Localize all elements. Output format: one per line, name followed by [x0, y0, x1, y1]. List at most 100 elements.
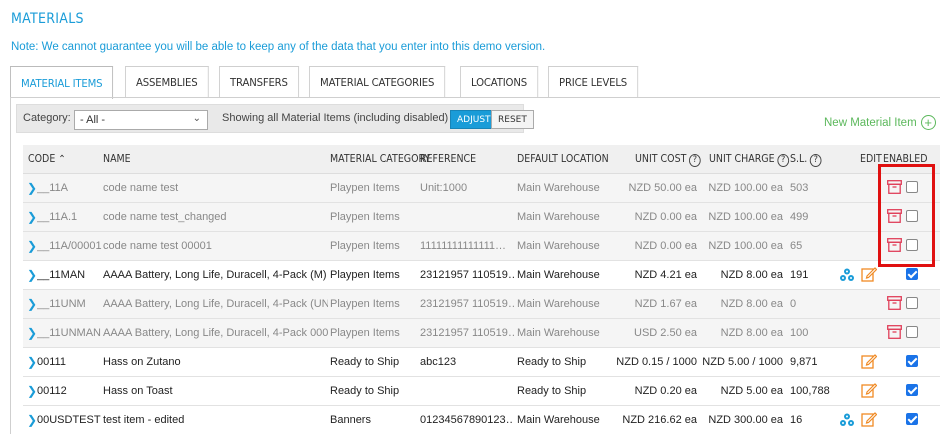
assembly-icon[interactable]: [839, 413, 855, 427]
cell-code[interactable]: 00112: [37, 385, 107, 397]
tab-material-items[interactable]: MATERIAL ITEMS: [10, 66, 114, 99]
tab-locations[interactable]: LOCATIONS: [460, 66, 539, 98]
header-name[interactable]: NAME: [103, 153, 131, 165]
cell-unit-charge: NZD 8.00 ea: [720, 269, 783, 281]
cell-unit-charge: NZD 100.00 ea: [708, 182, 783, 194]
table-row[interactable]: ❯ __11A/00001 code name test 00001 Playpen …: [23, 232, 940, 261]
help-icon[interactable]: ?: [689, 154, 701, 167]
cell-unit-cost: NZD 1.67 ea: [634, 298, 697, 310]
cell-default-location: Main Warehouse: [517, 182, 600, 194]
cell-reference: 23121957 110519…: [420, 269, 514, 281]
cell-name: code name test_changed: [103, 211, 227, 223]
help-icon[interactable]: ?: [809, 154, 822, 167]
chevron-right-icon[interactable]: ❯: [27, 326, 37, 340]
chevron-right-icon[interactable]: ❯: [27, 239, 37, 253]
category-select-value: - All -: [80, 114, 106, 126]
header-reference[interactable]: REFERENCE: [420, 153, 476, 165]
cell-code[interactable]: 00111: [37, 356, 107, 368]
cell-unit-cost: NZD 50.00 ea: [628, 182, 697, 194]
assembly-icon[interactable]: [839, 268, 855, 282]
cell-sl: 100: [790, 327, 809, 339]
category-label: Category:: [23, 112, 71, 124]
tab-material-categories[interactable]: MATERIAL CATEGORIES: [309, 66, 446, 98]
enabled-checkbox[interactable]: [906, 297, 918, 309]
cell-unit-cost: NZD 0.00 ea: [634, 240, 697, 252]
cell-default-location: Ready to Ship: [517, 356, 587, 368]
tab-transfers[interactable]: TRANSFERS: [219, 66, 300, 98]
table-row[interactable]: ❯ __11A code name test Playpen Items Unit:10…: [23, 174, 940, 203]
chevron-right-icon[interactable]: ❯: [27, 413, 37, 427]
edit-icon[interactable]: [861, 353, 878, 369]
table-row[interactable]: ❯ __11MAN AAAA Battery, Long Life, Duracel…: [23, 261, 940, 290]
header-sl[interactable]: S.L.?: [790, 153, 822, 167]
chevron-right-icon[interactable]: ❯: [27, 210, 37, 224]
cell-reference: Unit:1000: [420, 182, 468, 194]
cell-unit-cost: NZD 216.62 ea: [622, 414, 697, 426]
header-default-location[interactable]: DEFAULT LOCATION: [517, 153, 609, 165]
cell-sl: 503: [790, 182, 809, 194]
cell-name: test item - edited: [103, 414, 185, 426]
highlight-box: [878, 164, 935, 267]
tab-divider: [10, 97, 940, 98]
cell-name: Hass on Zutano: [103, 356, 181, 368]
cell-unit-charge: NZD 5.00 ea: [720, 385, 783, 397]
cell-name: code name test 00001: [103, 240, 212, 252]
category-select[interactable]: - All - ⌄: [74, 110, 208, 130]
tab-bar: MATERIAL ITEMS ASSEMBLIES TRANSFERS MATE…: [10, 66, 649, 99]
table-row[interactable]: ❯ __11UNM AAAA Battery, Long Life, Duracel…: [23, 290, 940, 319]
table-row[interactable]: ❯ 00USDTEST test item - edited Banners 01234…: [23, 406, 940, 434]
cell-unit-charge: NZD 300.00 ea: [708, 414, 783, 426]
tab-assemblies[interactable]: ASSEMBLIES: [125, 66, 210, 98]
table-row[interactable]: ❯ 00111 Hass on Zutano Ready to Ship abc123 R…: [23, 348, 940, 377]
help-icon[interactable]: ?: [777, 154, 789, 167]
archive-icon[interactable]: [887, 325, 902, 339]
enabled-checkbox[interactable]: [906, 355, 918, 367]
cell-unit-charge: NZD 5.00 / 1000: [702, 356, 783, 368]
cell-code[interactable]: __11MAN: [37, 269, 107, 281]
chevron-right-icon[interactable]: ❯: [27, 297, 37, 311]
edit-icon[interactable]: [861, 411, 878, 427]
enabled-checkbox[interactable]: [906, 326, 918, 338]
cell-sl: 191: [790, 269, 809, 281]
table-row[interactable]: ❯ __11A.1 code name test_changed Playpen It…: [23, 203, 940, 232]
edit-icon[interactable]: [861, 382, 878, 398]
cell-code[interactable]: __11A: [37, 182, 107, 194]
chevron-right-icon[interactable]: ❯: [27, 384, 37, 398]
enabled-checkbox[interactable]: [906, 384, 918, 396]
archive-icon[interactable]: [887, 296, 902, 310]
header-code[interactable]: CODE ⌃: [28, 153, 66, 165]
materials-table: CODE ⌃ NAME MATERIAL CATEGORY REFERENCE …: [23, 145, 940, 434]
cell-default-location: Main Warehouse: [517, 414, 600, 426]
header-unit-charge[interactable]: UNIT CHARGE?: [709, 153, 789, 167]
cell-unit-charge: NZD 8.00 ea: [720, 298, 783, 310]
table-row[interactable]: ❯ 00112 Hass on Toast Ready to Ship Ready to…: [23, 377, 940, 406]
chevron-right-icon[interactable]: ❯: [27, 355, 37, 369]
new-material-item-link[interactable]: New Material Item +: [824, 115, 936, 130]
cell-unit-cost: NZD 0.00 ea: [634, 211, 697, 223]
cell-category: Ready to Ship: [330, 385, 400, 397]
header-category[interactable]: MATERIAL CATEGORY: [330, 153, 430, 165]
cell-default-location: Main Warehouse: [517, 298, 600, 310]
chevron-down-icon: ⌄: [192, 113, 201, 124]
header-unit-cost[interactable]: UNIT COST?: [635, 153, 701, 167]
chevron-right-icon[interactable]: ❯: [27, 268, 37, 282]
cell-code[interactable]: __11UNMAN: [37, 327, 107, 339]
edit-icon[interactable]: [861, 266, 878, 282]
cell-code[interactable]: __11UNM: [37, 298, 107, 310]
enabled-checkbox[interactable]: [906, 268, 918, 280]
filter-bar: Category: - All - ⌄ Showing all Material…: [16, 104, 534, 133]
cell-code[interactable]: __11A.1: [37, 211, 107, 223]
new-material-item-label: New Material Item: [824, 116, 917, 129]
cell-name: AAAA Battery, Long Life, Duracell, 4-Pac…: [103, 298, 328, 310]
enabled-checkbox[interactable]: [906, 413, 918, 425]
cell-code[interactable]: 00USDTEST: [37, 414, 107, 426]
cell-reference: abc123: [420, 356, 457, 368]
cell-unit-cost: USD 2.50 ea: [634, 327, 697, 339]
table-row[interactable]: ❯ __11UNMAN AAAA Battery, Long Life, Durac…: [23, 319, 940, 348]
table-header: CODE ⌃ NAME MATERIAL CATEGORY REFERENCE …: [23, 145, 940, 174]
reset-button[interactable]: RESET: [491, 110, 534, 129]
tab-price-levels[interactable]: PRICE LEVELS: [547, 66, 638, 98]
cell-sl: 499: [790, 211, 809, 223]
cell-code[interactable]: __11A/00001: [37, 240, 107, 252]
chevron-right-icon[interactable]: ❯: [27, 181, 37, 195]
